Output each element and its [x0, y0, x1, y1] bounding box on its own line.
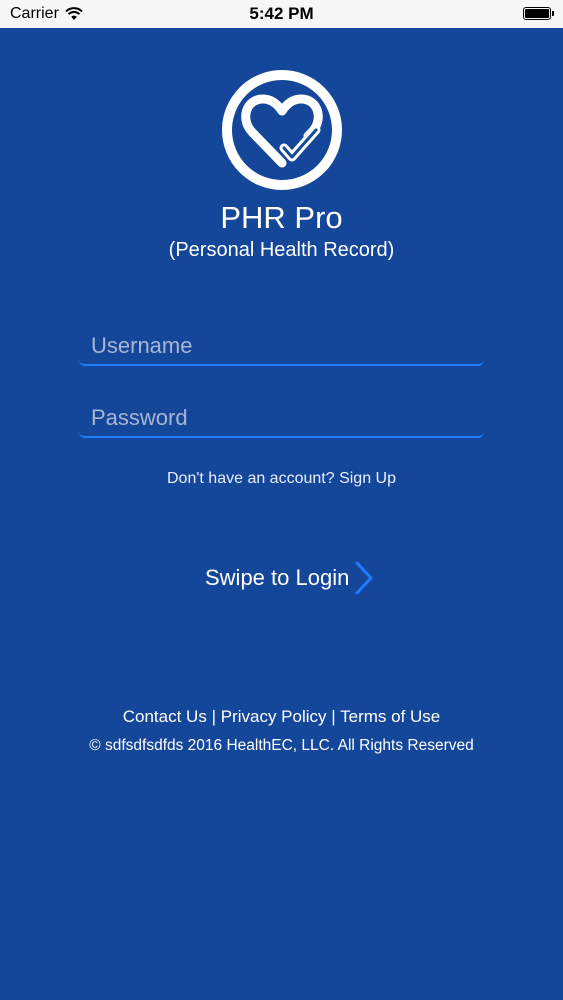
password-field[interactable]: [79, 400, 484, 438]
username-field[interactable]: [79, 328, 484, 366]
status-bar: Carrier 5:42 PM: [0, 0, 563, 28]
app-title: PHR Pro: [220, 200, 343, 235]
footer-separator: |: [331, 707, 336, 726]
terms-of-use-link[interactable]: Terms of Use: [340, 707, 440, 726]
signup-prompt: Don't have an account? Sign Up: [0, 470, 563, 488]
password-input[interactable]: [79, 400, 484, 436]
signup-prompt-text: Don't have an account?: [167, 470, 335, 487]
contact-us-link[interactable]: Contact Us: [123, 707, 207, 726]
swipe-to-login-button[interactable]: Swipe to Login: [205, 560, 375, 596]
copyright-notice: © sdfsdfsdfds 2016 HealthEC, LLC. All Ri…: [89, 737, 474, 754]
app-subtitle: (Personal Health Record): [168, 239, 395, 261]
chevron-right-icon: [355, 561, 373, 595]
battery-icon: [523, 7, 554, 20]
username-input[interactable]: [79, 328, 484, 364]
footer-links: Contact Us | Privacy Policy | Terms of U…: [0, 707, 563, 727]
sign-up-link[interactable]: Sign Up: [339, 470, 396, 487]
heart-check-logo-icon: [222, 70, 342, 190]
footer-separator: |: [211, 707, 216, 726]
swipe-to-login-label: Swipe to Login: [205, 565, 350, 590]
clock: 5:42 PM: [249, 4, 314, 23]
privacy-policy-link[interactable]: Privacy Policy: [221, 707, 327, 726]
